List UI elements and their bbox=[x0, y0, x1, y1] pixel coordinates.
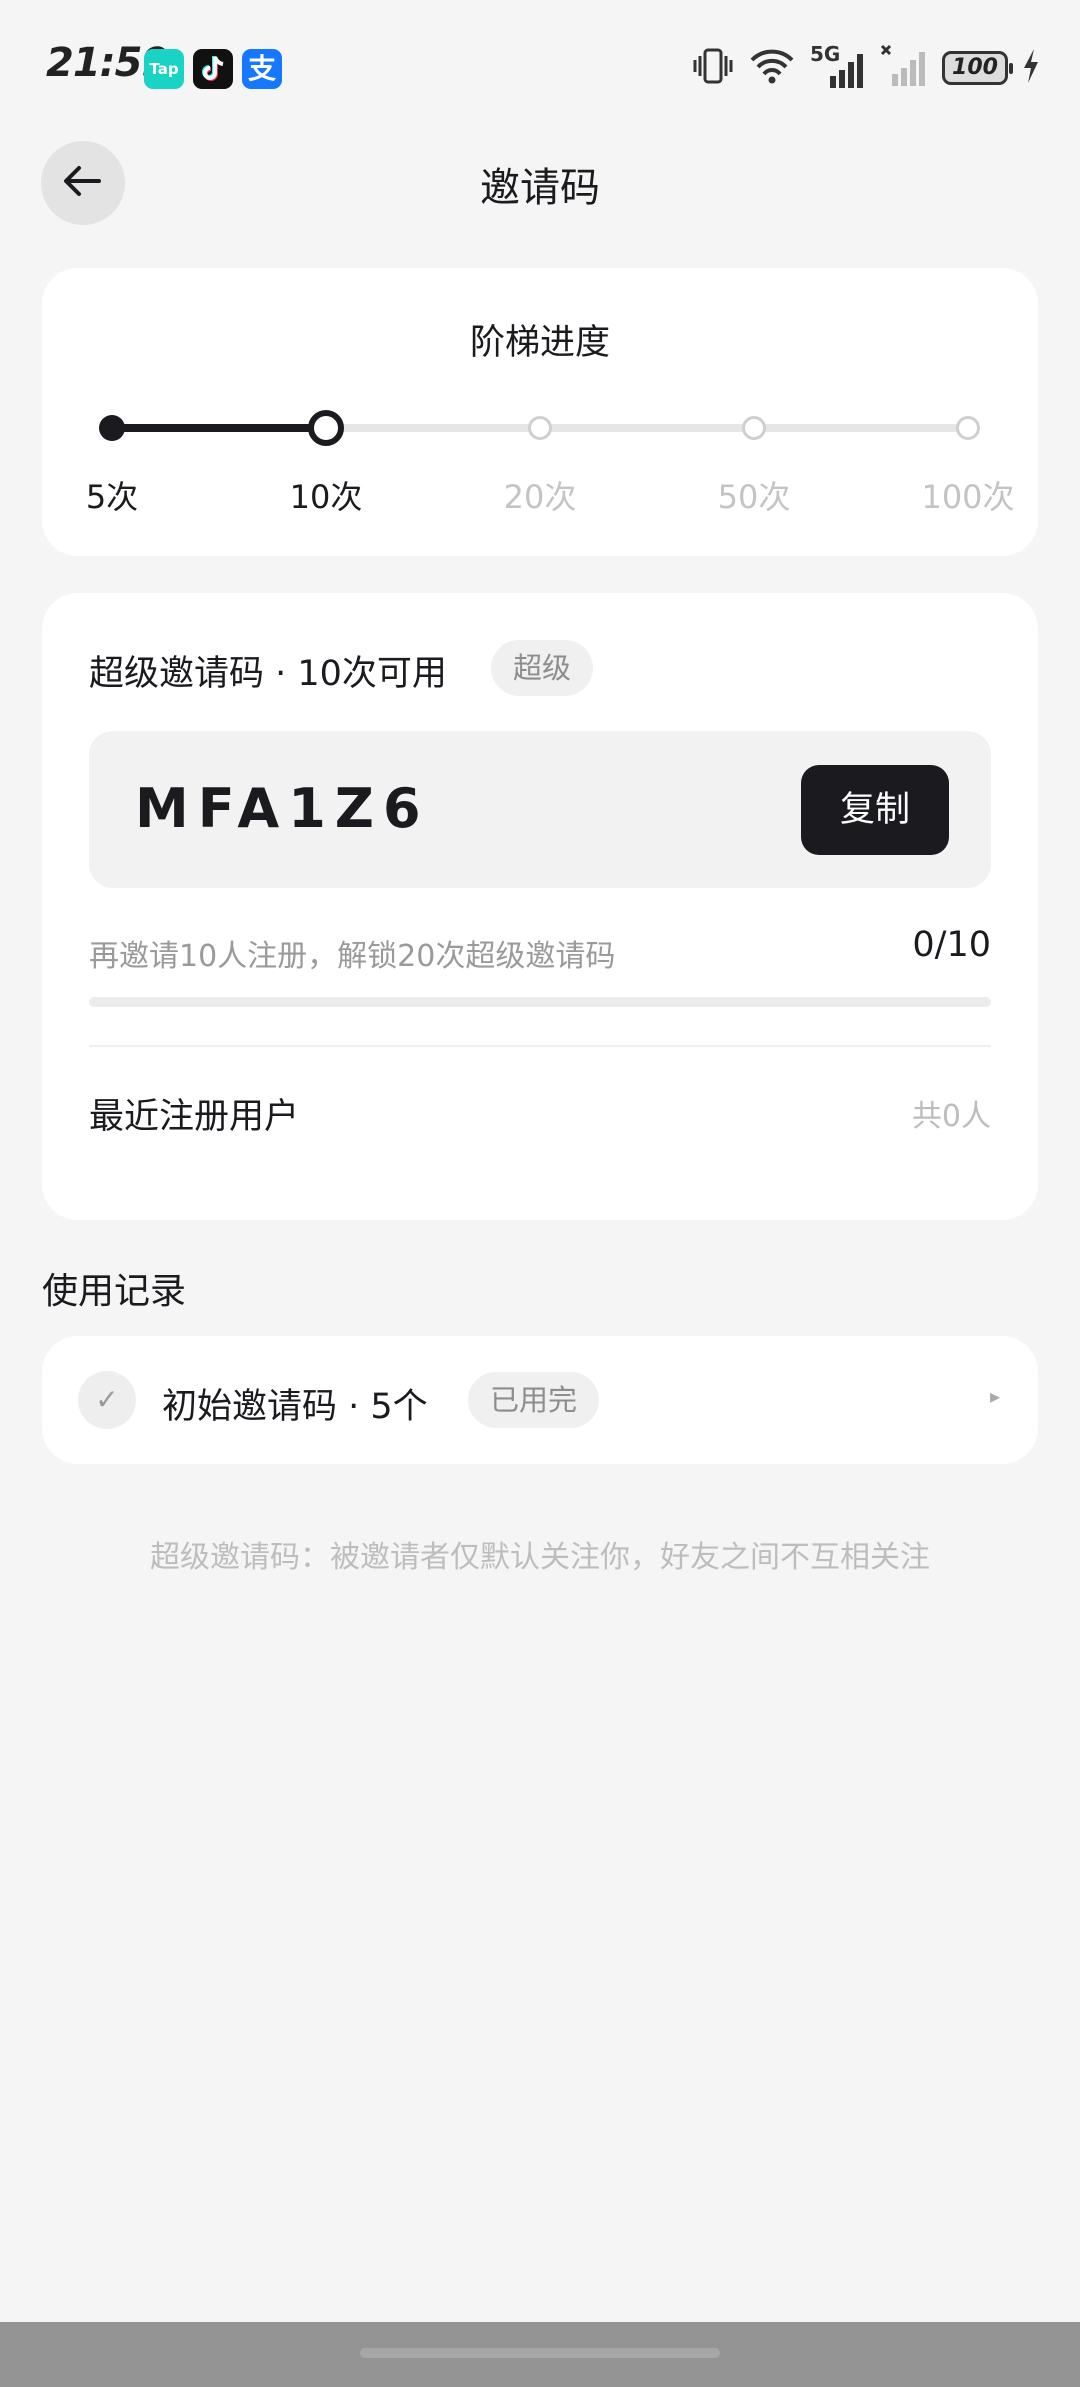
divider bbox=[89, 1045, 991, 1047]
alipay-icon: 支 bbox=[242, 49, 282, 89]
progress-step-node bbox=[956, 416, 980, 440]
status-indicators: 5G 100 bbox=[692, 42, 1040, 92]
chevron-right-icon: ▸ bbox=[989, 1384, 1000, 1408]
taptap-icon: Tap bbox=[144, 49, 184, 89]
battery-icon: 100 bbox=[942, 51, 1013, 85]
progress-step-node bbox=[742, 416, 766, 440]
vibrate-icon bbox=[692, 46, 734, 90]
invite-code-box: MFA1Z6 复制 bbox=[89, 731, 991, 888]
super-invite-card: 超级邀请码 · 10次可用 超级 MFA1Z6 复制 再邀请10人注册，解锁20… bbox=[42, 593, 1038, 1220]
system-nav-bar bbox=[0, 2322, 1080, 2387]
progress-step-label: 50次 bbox=[717, 478, 791, 516]
status-bar: 21:59 Tap 支 5G 100 bbox=[0, 0, 1080, 130]
tiktok-icon bbox=[193, 49, 233, 89]
invite-code[interactable]: MFA1Z6 bbox=[135, 777, 430, 840]
progress-step-label: 5次 bbox=[85, 478, 139, 516]
recent-users-title[interactable]: 最近注册用户 bbox=[89, 1088, 299, 1139]
progress-track-fill bbox=[112, 424, 326, 432]
copy-button[interactable]: 复制 bbox=[801, 765, 949, 855]
progress-step-node bbox=[308, 410, 344, 446]
super-badge: 超级 bbox=[491, 640, 594, 696]
wifi-icon bbox=[748, 46, 796, 90]
unlock-hint: 再邀请10人注册，解锁20次超级邀请码 bbox=[89, 939, 616, 974]
record-label: 初始邀请码 · 5个 bbox=[162, 1387, 428, 1427]
signal-5g-icon: 5G bbox=[810, 42, 866, 90]
charging-icon bbox=[1022, 48, 1040, 88]
usage-records-title: 使用记录 bbox=[42, 1271, 187, 1312]
invite-count: 0/10 bbox=[912, 925, 991, 965]
tier-progress-card: 阶梯进度 5次 10次 20次 50次 100次 bbox=[42, 268, 1038, 556]
progress-step-label: 20次 bbox=[503, 478, 577, 516]
invite-progress-bar bbox=[89, 997, 991, 1007]
invite-heading: 超级邀请码 · 10次可用 bbox=[89, 654, 447, 694]
used-up-badge: 已用完 bbox=[468, 1372, 600, 1428]
progress-title: 阶梯进度 bbox=[469, 323, 610, 363]
check-icon: ✓ bbox=[78, 1371, 136, 1429]
record-item[interactable]: ✓ 初始邀请码 · 5个 已用完 ▸ bbox=[42, 1336, 1038, 1464]
home-indicator[interactable] bbox=[360, 2348, 720, 2358]
footnote: 超级邀请码：被邀请者仅默认关注你，好友之间不互相关注 bbox=[150, 1540, 930, 1575]
signal-no-sim-icon bbox=[880, 44, 928, 92]
recent-users-count: 共0人 bbox=[911, 1099, 991, 1134]
progress-step-label: 10次 bbox=[289, 478, 363, 516]
progress-step-label: 100次 bbox=[921, 478, 1015, 516]
page-title: 邀请码 bbox=[480, 165, 600, 211]
progress-step-node bbox=[99, 415, 125, 441]
progress-step-node bbox=[528, 416, 552, 440]
